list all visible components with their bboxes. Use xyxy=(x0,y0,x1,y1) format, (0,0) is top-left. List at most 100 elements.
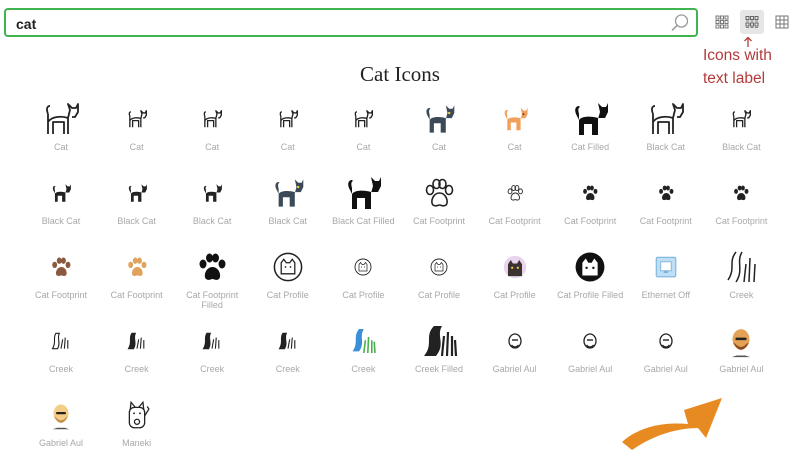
icon-label: Creek xyxy=(200,364,225,374)
icon-label: Creek xyxy=(351,364,376,374)
icon-label: Cat Profile xyxy=(417,290,461,300)
icon-label: Gabriel Aul xyxy=(643,364,688,374)
icon-label: Cat xyxy=(507,142,522,152)
creek-icon xyxy=(352,329,377,354)
gabriel-aul-icon xyxy=(507,333,522,349)
icon-tile[interactable]: Cat xyxy=(325,100,401,170)
icon-label: Cat Profile xyxy=(493,290,536,300)
icon-tile[interactable]: Black Cat xyxy=(628,100,704,170)
cat-footprint-icon xyxy=(658,185,674,201)
icon-tile[interactable]: Ethernet Off xyxy=(628,248,704,318)
icon-label: Black Cat xyxy=(646,142,686,152)
cat-icon xyxy=(46,103,79,134)
icon-tile[interactable]: Cat Footprint xyxy=(401,174,477,244)
icon-tile[interactable]: Creek xyxy=(174,322,250,392)
icon-label: Cat xyxy=(53,142,68,152)
icon-label: Cat Profile Filled xyxy=(557,290,624,300)
view-small-grid-button[interactable] xyxy=(710,10,734,34)
icon-tile[interactable]: Cat Footprint Filled xyxy=(174,248,250,318)
icon-label: Cat Footprint xyxy=(488,216,541,226)
icon-tile[interactable]: Creek xyxy=(99,322,175,392)
icon-tile[interactable]: Cat Footprint xyxy=(23,248,99,318)
icon-tile[interactable]: Gabriel Aul xyxy=(552,322,628,392)
icon-label: Cat Profile xyxy=(266,290,309,300)
creek-icon xyxy=(127,332,144,350)
cat-profile-filled-icon xyxy=(575,252,605,282)
cat-icon xyxy=(426,105,455,133)
icon-tile[interactable]: Cat Filled xyxy=(552,100,628,170)
icon-tile[interactable]: Cat Footprint xyxy=(99,248,175,318)
cat-icon xyxy=(203,110,223,128)
icon-tile[interactable]: Creek xyxy=(325,322,401,392)
icon-label: Black Cat xyxy=(192,216,232,226)
icon-label: Cat Filled xyxy=(571,142,610,152)
icon-label: Creek Filled xyxy=(414,364,463,374)
black-cat-icon xyxy=(128,184,147,202)
cat-icon xyxy=(355,110,374,128)
icon-tile[interactable]: Gabriel Aul xyxy=(23,396,99,466)
icon-label: Black Cat xyxy=(722,142,761,152)
icon-label: Ethernet Off xyxy=(641,290,690,300)
icon-tile[interactable]: Cat xyxy=(250,100,326,170)
icon-tile[interactable]: Cat Footprint xyxy=(552,174,628,244)
icon-label: Cat Footprint xyxy=(715,216,768,226)
icon-tile[interactable]: Black Cat xyxy=(174,174,250,244)
cat-footprint-icon xyxy=(52,257,71,277)
icon-tile[interactable]: Cat Footprint xyxy=(703,174,779,244)
icon-tile[interactable]: Maneki xyxy=(99,396,175,466)
search-input[interactable] xyxy=(14,13,658,35)
icon-label: Cat xyxy=(356,142,371,152)
icon-label: Black Cat xyxy=(117,216,156,226)
creek-filled-icon xyxy=(424,326,458,357)
icon-tile[interactable]: Creek xyxy=(23,322,99,392)
black-cat-icon xyxy=(204,184,223,202)
icon-label: Creek xyxy=(729,290,754,300)
large-grid-icon xyxy=(775,15,789,29)
icons-with-text-icon xyxy=(745,16,759,28)
search-icon[interactable] xyxy=(670,13,690,33)
ethernet-off-icon xyxy=(655,256,677,278)
icon-label: Cat Footprint xyxy=(110,290,163,300)
icon-tile[interactable]: Gabriel Aul xyxy=(477,322,553,392)
icon-tile[interactable]: Cat xyxy=(401,100,477,170)
view-icons-with-text-button[interactable] xyxy=(740,10,764,34)
icon-tile[interactable]: Cat Profile xyxy=(477,248,553,318)
icon-tile[interactable]: Cat Footprint xyxy=(477,174,553,244)
icon-tile[interactable]: Cat Footprint xyxy=(628,174,704,244)
cat-profile-icon xyxy=(503,255,526,279)
icon-tile[interactable]: Cat Profile xyxy=(325,248,401,318)
icon-tile[interactable]: Creek xyxy=(703,248,779,318)
view-large-grid-button[interactable] xyxy=(770,10,794,34)
icon-label: Creek xyxy=(48,364,73,374)
orange-arrow-icon xyxy=(622,398,722,450)
icon-tile[interactable]: Creek xyxy=(250,322,326,392)
icon-tile[interactable]: Cat Profile xyxy=(401,248,477,318)
icon-tile[interactable]: Cat Profile Filled xyxy=(552,248,628,318)
maneki-icon xyxy=(128,400,150,429)
small-grid-icon xyxy=(715,15,729,29)
icon-tile[interactable]: Cat xyxy=(23,100,99,170)
icon-tile[interactable]: Cat xyxy=(477,100,553,170)
icon-tile[interactable]: Black Cat xyxy=(703,100,779,170)
icon-label: Black Cat Filled xyxy=(332,216,395,226)
creek-icon xyxy=(202,332,220,350)
icon-label: Cat xyxy=(431,142,446,152)
cat-footprint-filled-icon xyxy=(199,253,226,280)
icon-label: Cat Profile xyxy=(342,290,385,300)
search-box[interactable] xyxy=(4,8,698,37)
cat-footprint-icon xyxy=(127,257,147,277)
black-cat-icon xyxy=(733,110,752,128)
icon-tile[interactable]: Cat xyxy=(174,100,250,170)
icon-tile[interactable]: Cat xyxy=(99,100,175,170)
icon-tile[interactable]: Black Cat xyxy=(250,174,326,244)
icon-tile[interactable]: Black Cat xyxy=(99,174,175,244)
black-cat-icon xyxy=(275,179,304,207)
cat-filled-icon xyxy=(575,103,609,135)
icon-tile[interactable]: Creek Filled xyxy=(401,322,477,392)
icon-label: Gabriel Aul xyxy=(568,364,613,374)
icon-tile[interactable]: Black Cat xyxy=(23,174,99,244)
icon-tile[interactable]: Cat Profile xyxy=(250,248,326,318)
cat-footprint-icon xyxy=(425,178,454,207)
icon-tile[interactable]: Black Cat Filled xyxy=(325,174,401,244)
view-mode-switcher xyxy=(708,10,796,36)
